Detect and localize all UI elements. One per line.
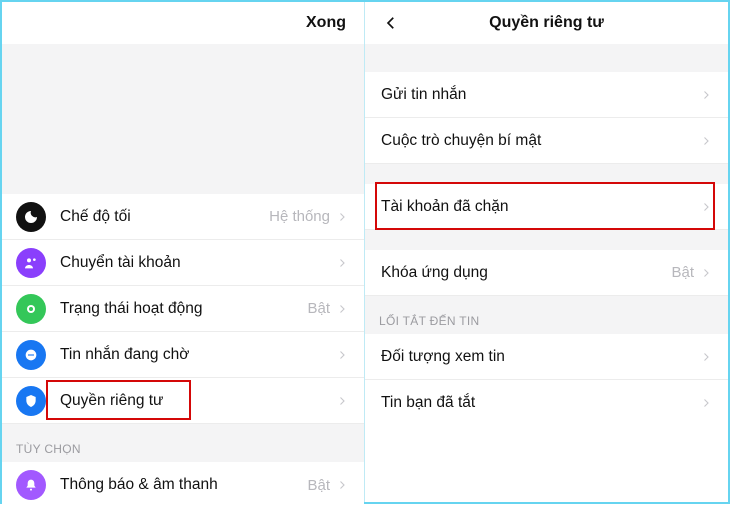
row-label: Tin bạn đã tắt [381, 394, 700, 412]
row-value: Bật [307, 300, 330, 317]
row-label: Gửi tin nhắn [381, 86, 700, 104]
shield-icon [16, 386, 46, 416]
status-icon [16, 294, 46, 324]
row-label: Tin nhắn đang chờ [60, 346, 336, 364]
row-dark-mode[interactable]: Chế độ tối Hệ thống [2, 194, 364, 240]
section-title-options: TÙY CHỌN [2, 424, 364, 462]
page-title: Quyền riêng tư [403, 14, 690, 32]
row-value: Bật [671, 264, 694, 281]
left-header: Xong [2, 2, 364, 44]
row-label: Thông báo & âm thanh [60, 476, 307, 494]
row-privacy[interactable]: Quyền riêng tư [2, 378, 364, 424]
row-message-requests[interactable]: Tin nhắn đang chờ [2, 332, 364, 378]
spacer [365, 44, 728, 72]
row-label: Cuộc trò chuyện bí mật [381, 132, 700, 150]
chevron-right-icon [336, 302, 350, 316]
chevron-right-icon [700, 266, 714, 280]
chevron-right-icon [700, 200, 714, 214]
row-label: Chế độ tối [60, 208, 269, 226]
users-icon [16, 248, 46, 278]
chevron-right-icon [336, 210, 350, 224]
spacer [365, 230, 728, 250]
row-label: Khóa ứng dụng [381, 264, 671, 282]
row-story-audience[interactable]: Đối tượng xem tin [365, 334, 728, 380]
row-label: Chuyển tài khoản [60, 254, 336, 272]
row-send-messages[interactable]: Gửi tin nhắn [365, 72, 728, 118]
row-value: Bật [307, 477, 330, 494]
chevron-right-icon [700, 350, 714, 364]
chevron-right-icon [336, 478, 350, 492]
row-label: Trạng thái hoạt động [60, 300, 307, 318]
row-app-lock[interactable]: Khóa ứng dụng Bật [365, 250, 728, 296]
spacer [2, 44, 364, 194]
chat-icon [16, 340, 46, 370]
spacer [365, 164, 728, 184]
chevron-right-icon [700, 134, 714, 148]
row-muted-stories[interactable]: Tin bạn đã tắt [365, 380, 728, 426]
chevron-right-icon [336, 348, 350, 362]
row-switch-account[interactable]: Chuyển tài khoản [2, 240, 364, 286]
right-header: Quyền riêng tư [365, 2, 728, 44]
bell-icon [16, 470, 46, 500]
row-active-status[interactable]: Trạng thái hoạt động Bật [2, 286, 364, 332]
row-label: Tài khoản đã chặn [381, 198, 700, 216]
privacy-panel: Quyền riêng tư Gửi tin nhắn Cuộc trò chu… [365, 2, 728, 502]
back-button[interactable] [379, 11, 403, 35]
settings-panel: Xong Chế độ tối Hệ thống Chuyển tài khoả… [2, 2, 365, 502]
chevron-right-icon [700, 396, 714, 410]
row-label: Quyền riêng tư [60, 392, 336, 410]
done-button[interactable]: Xong [306, 14, 346, 32]
row-label: Đối tượng xem tin [381, 348, 700, 366]
row-secret-conversations[interactable]: Cuộc trò chuyện bí mật [365, 118, 728, 164]
section-title-story-shortcuts: LỐI TẮT ĐẾN TIN [365, 296, 728, 334]
row-value: Hệ thống [269, 208, 330, 225]
chevron-right-icon [700, 88, 714, 102]
row-blocked-accounts[interactable]: Tài khoản đã chặn [365, 184, 728, 230]
row-notifications[interactable]: Thông báo & âm thanh Bật [2, 462, 364, 508]
moon-icon [16, 202, 46, 232]
chevron-right-icon [336, 394, 350, 408]
chevron-right-icon [336, 256, 350, 270]
